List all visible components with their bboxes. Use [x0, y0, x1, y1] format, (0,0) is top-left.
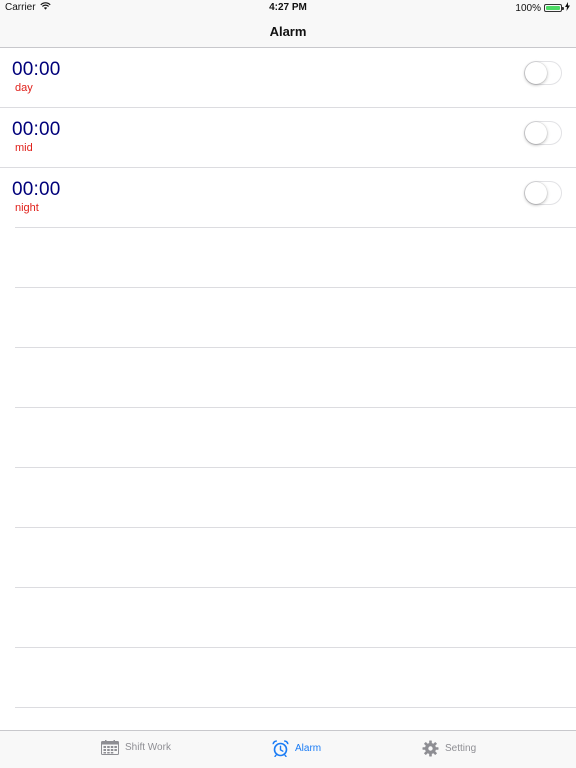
alarm-row-mid[interactable]: 00:00 mid [0, 108, 576, 168]
empty-row [0, 468, 576, 528]
tab-alarm[interactable]: Alarm [272, 740, 321, 757]
empty-row [0, 348, 576, 408]
tab-label: Shift Work [125, 742, 171, 753]
tab-setting[interactable]: Setting [422, 740, 476, 757]
alarm-row-night[interactable]: 00:00 night [0, 168, 576, 228]
alarm-label: day [15, 82, 33, 94]
status-bar: Carrier 4:27 PM 100% [0, 0, 576, 16]
tab-label: Alarm [295, 743, 322, 754]
gear-icon [422, 740, 439, 757]
alarm-time: 00:00 [12, 119, 61, 140]
calendar-icon [101, 740, 119, 755]
battery-level-fill [546, 6, 560, 10]
empty-row [0, 648, 576, 708]
battery-icon [544, 4, 564, 12]
empty-row [0, 288, 576, 348]
empty-row [0, 408, 576, 468]
tab-bar: Shift Work Alarm Setting [0, 730, 576, 768]
page-title: Alarm [269, 24, 307, 39]
tab-label: Setting [445, 743, 477, 754]
toggle-knob [525, 122, 547, 144]
alarm-time: 00:00 [12, 179, 61, 200]
toggle-knob [525, 182, 547, 204]
toggle-knob [525, 62, 547, 84]
alarm-label: night [15, 202, 39, 214]
alarm-clock-icon [272, 740, 289, 757]
alarm-toggle-night[interactable] [524, 181, 562, 205]
battery-percent: 100% [515, 2, 541, 14]
navigation-bar: Alarm [0, 16, 576, 48]
alarm-list[interactable]: 00:00 day 00:00 mid 00:00 night [0, 48, 576, 730]
status-right: 100% [515, 2, 570, 14]
alarm-toggle-day[interactable] [524, 61, 562, 85]
alarm-toggle-mid[interactable] [524, 121, 562, 145]
charging-bolt-icon [565, 2, 570, 14]
status-time: 4:27 PM [269, 2, 307, 13]
alarm-label: mid [15, 142, 33, 154]
empty-row [0, 528, 576, 588]
empty-row [0, 228, 576, 288]
alarm-row-day[interactable]: 00:00 day [0, 48, 576, 108]
alarm-time: 00:00 [12, 59, 61, 80]
empty-row [0, 588, 576, 648]
tab-shift-work[interactable]: Shift Work [101, 740, 171, 755]
